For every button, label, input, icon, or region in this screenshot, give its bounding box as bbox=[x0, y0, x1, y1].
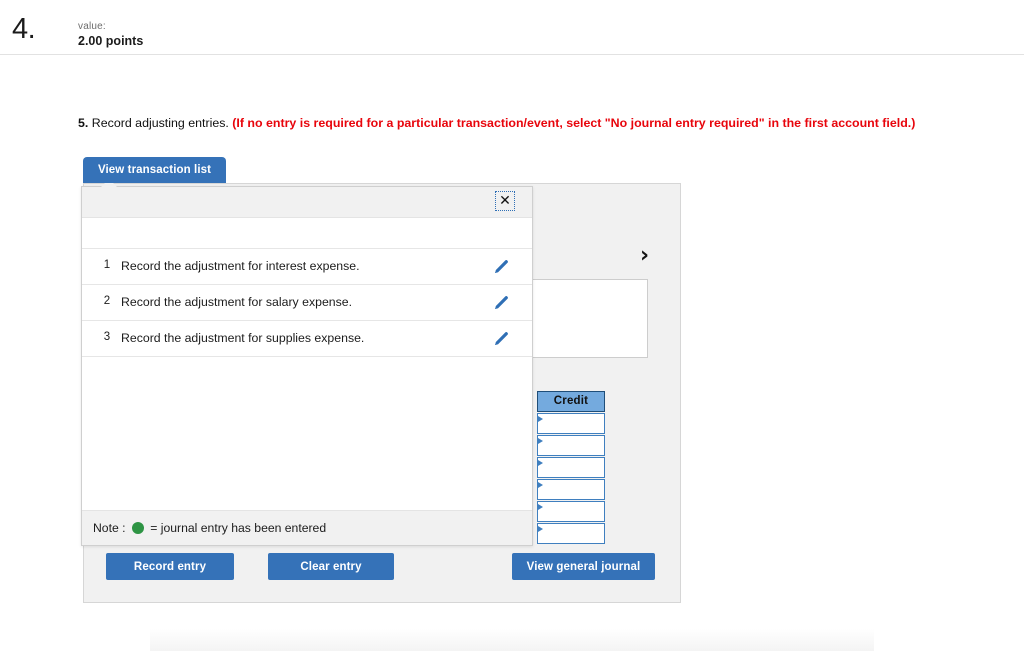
view-general-journal-button[interactable]: View general journal bbox=[512, 553, 655, 580]
question-header: 4. value: 2.00 points bbox=[0, 0, 1024, 55]
transaction-index: 3 bbox=[103, 331, 111, 343]
question-points: 2.00 points bbox=[78, 34, 144, 48]
instruction-text: 5. Record adjusting entries. (If no entr… bbox=[78, 115, 915, 131]
question-number: 4. bbox=[12, 13, 36, 45]
close-icon[interactable]: ✕ bbox=[495, 191, 515, 211]
note-prefix: Note : bbox=[93, 521, 129, 535]
transaction-list-popup: ✕ 1 Record the adjustment for interest e… bbox=[81, 179, 533, 546]
question-value-label: value: bbox=[78, 21, 106, 32]
transaction-row[interactable]: 2 Record the adjustment for salary expen… bbox=[82, 285, 532, 321]
cell-marker-icon bbox=[538, 460, 543, 466]
transaction-index: 2 bbox=[103, 295, 111, 307]
credit-input-cell[interactable] bbox=[537, 523, 605, 544]
cell-marker-icon bbox=[538, 416, 543, 422]
clear-entry-button[interactable]: Clear entry bbox=[268, 553, 394, 580]
cell-marker-icon bbox=[538, 482, 543, 488]
cell-marker-icon bbox=[538, 438, 543, 444]
popup-header: ✕ bbox=[82, 187, 532, 218]
view-transaction-list-button[interactable]: View transaction list bbox=[83, 157, 226, 183]
pencil-icon[interactable] bbox=[490, 257, 510, 277]
transaction-description: Record the adjustment for salary expense… bbox=[121, 295, 353, 309]
cell-marker-icon bbox=[538, 504, 543, 510]
credit-column-header: Credit bbox=[537, 391, 605, 412]
credit-input-cell[interactable] bbox=[537, 413, 605, 434]
pencil-icon[interactable] bbox=[490, 293, 510, 313]
instruction-body: Record adjusting entries. bbox=[88, 116, 233, 130]
journal-entered-dot-icon bbox=[131, 522, 144, 534]
transaction-row[interactable]: 3 Record the adjustment for supplies exp… bbox=[82, 321, 532, 357]
page-bottom-fade bbox=[150, 629, 874, 651]
transaction-index: 1 bbox=[103, 259, 111, 271]
transaction-row[interactable]: 1 Record the adjustment for interest exp… bbox=[82, 248, 532, 285]
cell-marker-icon bbox=[538, 526, 543, 532]
instruction-warning: (If no entry is required for a particula… bbox=[232, 116, 916, 130]
credit-input-cell[interactable] bbox=[537, 435, 605, 456]
credit-input-cell[interactable] bbox=[537, 501, 605, 522]
journal-note-box[interactable] bbox=[530, 279, 648, 358]
pencil-icon[interactable] bbox=[490, 329, 510, 349]
popup-note-text: Note : = journal entry has been entered bbox=[93, 521, 326, 535]
popup-note-bar: Note : = journal entry has been entered bbox=[82, 510, 532, 545]
transaction-list: 1 Record the adjustment for interest exp… bbox=[82, 248, 532, 357]
note-suffix: = journal entry has been entered bbox=[146, 521, 327, 535]
transaction-description: Record the adjustment for supplies expen… bbox=[121, 331, 365, 345]
credit-input-cell[interactable] bbox=[537, 479, 605, 500]
credit-column: Credit bbox=[537, 391, 605, 544]
instruction-number: 5. bbox=[78, 116, 89, 130]
credit-input-cell[interactable] bbox=[537, 457, 605, 478]
record-entry-button[interactable]: Record entry bbox=[106, 553, 234, 580]
transaction-description: Record the adjustment for interest expen… bbox=[121, 259, 360, 273]
next-chevron-icon[interactable]: › bbox=[640, 245, 649, 267]
